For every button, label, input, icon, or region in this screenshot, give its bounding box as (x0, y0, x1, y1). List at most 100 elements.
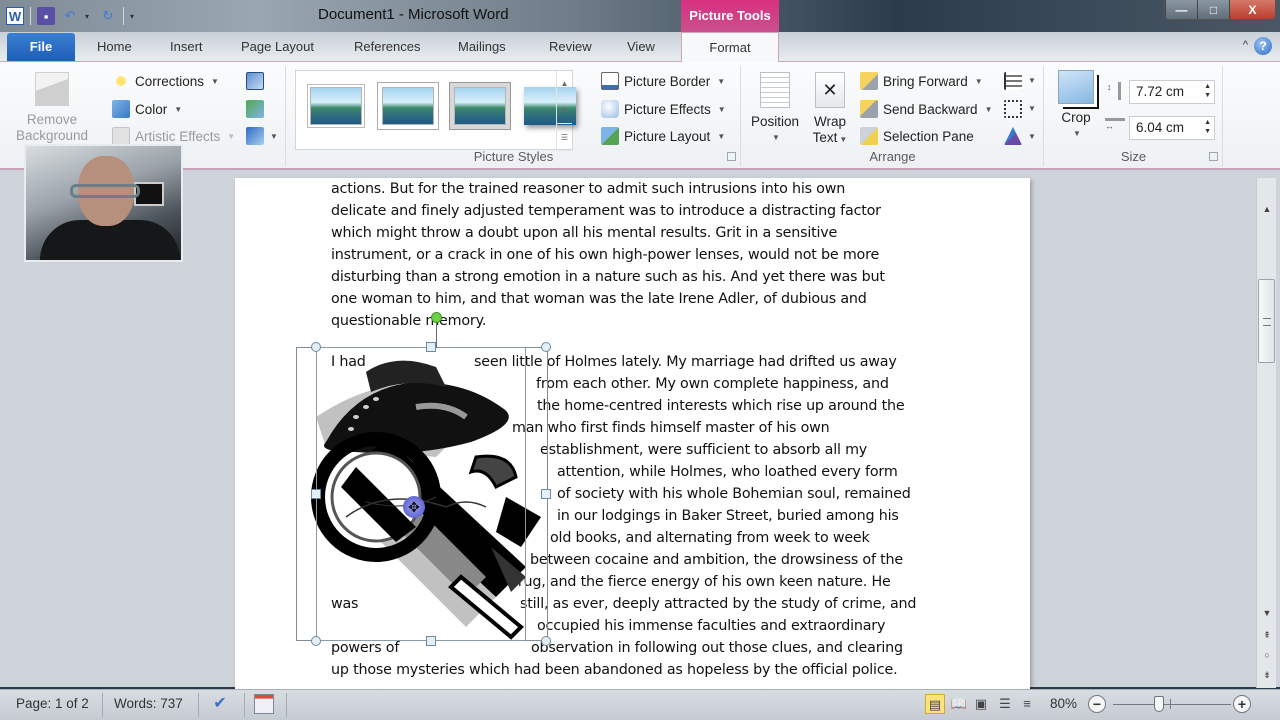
gallery-scroll-down-icon[interactable]: ▼ (557, 98, 572, 125)
text-line[interactable]: instrument, or a crack in one of his own… (331, 247, 879, 263)
text-line[interactable]: occupied his immense faculties and extra… (537, 618, 885, 634)
tab-view[interactable]: View (627, 39, 655, 54)
view-outline-button[interactable]: ☰ (995, 694, 1015, 714)
text-line[interactable]: attention, while Holmes, who loathed eve… (557, 464, 898, 480)
text-line[interactable]: observation in following out those clues… (531, 640, 903, 656)
reset-picture-icon[interactable] (246, 127, 264, 145)
chevron-down-icon[interactable]: ▼ (1028, 104, 1036, 113)
resize-handle-bottom-left[interactable] (311, 636, 321, 646)
artistic-effects-button[interactable]: Artistic Effects ▼ (112, 127, 235, 145)
view-web-layout-button[interactable]: ▣ (971, 694, 991, 714)
undo-dropdown-icon[interactable]: ▾ (85, 12, 93, 21)
tab-mailings[interactable]: Mailings (458, 39, 506, 54)
help-icon[interactable]: ? (1254, 37, 1272, 55)
text-line[interactable]: delicate and finely adjusted temperament… (331, 203, 881, 219)
text-line[interactable]: one woman to him, and that woman was the… (331, 291, 867, 307)
text-line[interactable]: in our lodgings in Baker Street, buried … (557, 508, 899, 524)
tab-references[interactable]: References (354, 39, 420, 54)
picture-effects-button[interactable]: Picture Effects ▼ (601, 100, 726, 118)
scroll-up-icon[interactable]: ▲ (1257, 200, 1277, 218)
picture-style-thumbnail[interactable] (454, 87, 506, 125)
resize-handle-left[interactable] (311, 489, 321, 499)
color-button[interactable]: Color ▼ (112, 100, 182, 118)
scroll-down-icon[interactable]: ▼ (1257, 604, 1277, 622)
picture-style-thumbnail[interactable] (310, 87, 362, 125)
remove-background-button[interactable]: Remove Background (10, 72, 94, 144)
bring-forward-button[interactable]: Bring Forward ▼ (860, 72, 983, 90)
group-icon[interactable] (1004, 100, 1022, 118)
text-line[interactable]: actions. But for the trained reasoner to… (331, 181, 845, 197)
macro-recording-icon[interactable] (254, 694, 274, 714)
tab-format[interactable]: Format (681, 32, 779, 63)
picture-border-button[interactable]: Picture Border ▼ (601, 72, 725, 90)
text-line[interactable]: of society with his whole Bohemian soul,… (557, 486, 911, 502)
gallery-scroll-up-icon[interactable]: ▲ (557, 71, 572, 98)
tab-page-layout[interactable]: Page Layout (241, 39, 314, 54)
wrap-text-button[interactable]: ✕ Wrap Text ▼ (806, 72, 854, 148)
crop-button[interactable]: Crop ▼ (1053, 70, 1099, 142)
scroll-thumb[interactable] (1258, 279, 1275, 364)
text-line[interactable]: between cocaine and ambition, the drowsi… (530, 552, 903, 568)
word-logo-icon[interactable]: W (6, 7, 24, 25)
zoom-slider-thumb[interactable] (1153, 696, 1164, 712)
text-line[interactable]: man who first finds himself master of hi… (512, 420, 830, 436)
save-icon[interactable]: ▪ (37, 7, 55, 25)
zoom-out-button[interactable]: − (1088, 695, 1106, 713)
maximize-button[interactable]: □ (1197, 0, 1229, 19)
text-line[interactable]: disturbing than a strong emotion in a na… (331, 269, 885, 285)
vertical-scrollbar[interactable]: ▲ ▼ ⇞ ○ ⇟ (1256, 178, 1276, 688)
view-print-layout-button[interactable]: ▤ (925, 694, 945, 714)
minimize-ribbon-icon[interactable]: ^ (1243, 39, 1248, 51)
text-line[interactable]: questionable memory. (331, 313, 486, 329)
chevron-down-icon[interactable]: ▼ (1028, 132, 1036, 141)
picture-layout-button[interactable]: Picture Layout ▼ (601, 127, 725, 145)
tab-home[interactable]: Home (97, 39, 132, 54)
text-line[interactable]: old books, and alternating from week to … (550, 530, 870, 546)
resize-handle-top-left[interactable] (311, 342, 321, 352)
tab-insert[interactable]: Insert (170, 39, 203, 54)
chevron-down-icon[interactable]: ▼ (270, 132, 278, 141)
selected-picture[interactable] (296, 342, 551, 646)
text-line[interactable]: establishment, were sufficient to absorb… (540, 442, 867, 458)
text-line[interactable]: from each other. My own complete happine… (536, 376, 889, 392)
word-count[interactable]: Words: 737 (114, 696, 183, 711)
selection-pane-button[interactable]: Selection Pane (860, 127, 974, 145)
view-full-screen-reading-button[interactable]: 📖 (949, 694, 969, 714)
rotate-handle[interactable] (431, 312, 442, 323)
text-line-left-fragment[interactable]: powers of (331, 640, 399, 656)
shape-height-field[interactable]: 7.72 cm ▲ ▼ (1129, 80, 1215, 104)
redo-icon[interactable]: ↻ (99, 7, 117, 25)
select-browse-object-icon[interactable]: ○ (1257, 646, 1277, 664)
size-dialog-launcher-icon[interactable] (1209, 152, 1218, 161)
position-button[interactable]: Position ▼ (748, 72, 802, 146)
previous-page-icon[interactable]: ⇞ (1257, 626, 1277, 644)
gallery-more-icon[interactable]: ☰ (557, 124, 572, 152)
align-icon[interactable] (1004, 72, 1022, 90)
compress-pictures-icon[interactable] (246, 72, 264, 90)
zoom-level[interactable]: 80% (1050, 696, 1077, 711)
corrections-button[interactable]: Corrections ▼ (112, 72, 219, 90)
resize-handle-bottom-right[interactable] (541, 636, 551, 646)
shape-width-field[interactable]: 6.04 cm ▲ ▼ (1129, 116, 1215, 140)
send-backward-button[interactable]: Send Backward ▼ (860, 100, 992, 118)
rotate-icon[interactable] (1004, 127, 1022, 145)
text-line[interactable]: the home-centred interests which rise up… (537, 398, 905, 414)
text-line[interactable]: which might throw a doubt upon all his m… (331, 225, 837, 241)
tab-review[interactable]: Review (549, 39, 592, 54)
close-button[interactable]: X (1229, 0, 1275, 19)
page-count[interactable]: Page: 1 of 2 (16, 696, 89, 711)
resize-handle-top-right[interactable] (541, 342, 551, 352)
resize-handle-top[interactable] (426, 342, 436, 352)
customize-qat-icon[interactable]: ▾ (130, 12, 138, 21)
proofing-check-icon[interactable]: ✔ (210, 694, 230, 714)
zoom-slider-track[interactable] (1113, 704, 1231, 705)
minimize-button[interactable]: — (1165, 0, 1197, 19)
picture-styles-dialog-launcher-icon[interactable] (727, 152, 736, 161)
resize-handle-bottom[interactable] (426, 636, 436, 646)
text-line[interactable]: drug, and the fierce energy of his own k… (509, 574, 891, 590)
text-line[interactable]: still, as ever, deeply attracted by the … (520, 596, 916, 612)
undo-icon[interactable]: ↶ (61, 7, 79, 25)
height-spinner-icon[interactable]: ▲ ▼ (1204, 82, 1211, 100)
change-picture-icon[interactable] (246, 100, 264, 118)
resize-handle-right[interactable] (541, 489, 551, 499)
